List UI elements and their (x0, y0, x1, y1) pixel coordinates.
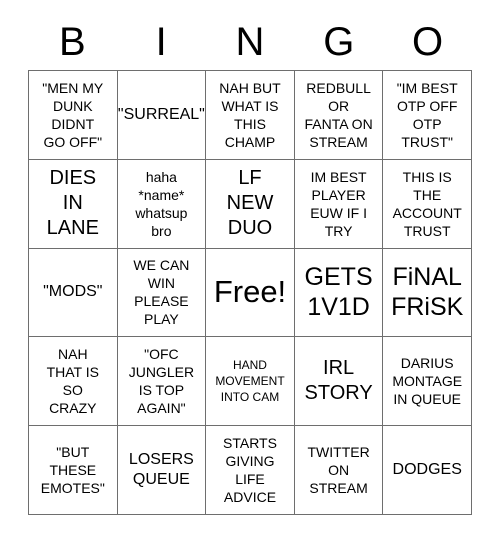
bingo-cell-text: DODGES (392, 461, 462, 479)
bingo-cell-r1c5[interactable]: "IM BEST OTP OFF OTP TRUST" (383, 71, 472, 160)
bingo-cell-r5c3[interactable]: STARTS GIVING LIFE ADVICE (206, 426, 295, 515)
header-letter-i: I (155, 20, 167, 64)
bingo-cell-text: "OFC JUNGLER IS TOP AGAIN" (128, 346, 195, 417)
bingo-cell-r1c4[interactable]: REDBULL OR FANTA ON STREAM (294, 71, 384, 160)
bingo-cell-text: STARTS GIVING LIFE ADVICE (223, 435, 277, 506)
header-letter-o: O (412, 20, 444, 64)
bingo-cell-r3c1[interactable]: "MODS" (29, 248, 118, 338)
bingo-cell-r2c2[interactable]: haha *name* whatsup bro (117, 159, 207, 249)
bingo-cell-text: "MODS" (43, 283, 103, 301)
header-letter-b: B (59, 20, 86, 64)
bingo-cell-text: FiNAL FRiSK (391, 263, 464, 322)
bingo-cell-r3c5[interactable]: FiNAL FRiSK (383, 248, 472, 338)
bingo-cell-text: IM BEST PLAYER EUW IF I TRY (310, 168, 367, 239)
bingo-cell-text: "IM BEST OTP OFF OTP TRUST" (396, 79, 458, 150)
bingo-cell-r2c1[interactable]: DIES IN LANE (29, 159, 118, 249)
bingo-cell-r4c1[interactable]: NAH THAT IS SO CRAZY (29, 337, 118, 427)
bingo-cell-r4c4[interactable]: IRL STORY (294, 337, 384, 427)
bingo-card: B I N G O "MEN MY DUNK DIDNT GO OFF" "SUR… (0, 0, 500, 544)
bingo-cell-r1c1[interactable]: "MEN MY DUNK DIDNT GO OFF" (29, 71, 118, 160)
bingo-header-row: B I N G O (28, 14, 472, 70)
bingo-cell-r1c3[interactable]: NAH BUT WHAT IS THIS CHAMP (206, 71, 295, 160)
bingo-cell-r3c2[interactable]: WE CAN WIN PLEASE PLAY (117, 248, 207, 338)
bingo-cell-r5c1[interactable]: "BUT THESE EMOTES" (29, 426, 118, 515)
bingo-cell-r5c2[interactable]: LOSERS QUEUE (117, 426, 207, 515)
bingo-cell-text: IRL STORY (304, 357, 373, 405)
bingo-cell-text: GETS 1V1D (304, 263, 373, 322)
bingo-cell-text: REDBULL OR FANTA ON STREAM (304, 79, 373, 150)
bingo-cell-text: "BUT THESE EMOTES" (40, 444, 105, 497)
bingo-cell-text: Free! (213, 274, 287, 310)
bingo-cell-r4c3[interactable]: HAND MOVEMENT INTO CAM (206, 337, 295, 427)
bingo-cell-r4c5[interactable]: DARIUS MONTAGE IN QUEUE (383, 337, 472, 427)
bingo-cell-r5c5[interactable]: DODGES (383, 426, 472, 515)
header-letter-n: N (235, 20, 265, 64)
bingo-grid: "MEN MY DUNK DIDNT GO OFF" "SURREAL" NAH B… (28, 70, 472, 515)
bingo-cell-text: NAH THAT IS SO CRAZY (46, 346, 99, 417)
bingo-cell-r3c4[interactable]: GETS 1V1D (294, 248, 384, 338)
bingo-cell-text: DIES IN LANE (46, 167, 99, 240)
bingo-cell-text: DARIUS MONTAGE IN QUEUE (392, 355, 463, 408)
bingo-cell-r1c2[interactable]: "SURREAL" (117, 71, 207, 160)
bingo-cell-text: WE CAN WIN PLEASE PLAY (133, 257, 190, 328)
bingo-cell-text: TWITTER ON STREAM (307, 444, 370, 497)
bingo-cell-text: NAH BUT WHAT IS THIS CHAMP (219, 79, 281, 150)
bingo-cell-text: LOSERS QUEUE (128, 451, 194, 489)
header-letter-g: G (323, 20, 355, 64)
bingo-cell-text: THIS IS THE ACCOUNT TRUST (392, 168, 462, 239)
bingo-cell-text: "MEN MY DUNK DIDNT GO OFF" (42, 79, 104, 150)
bingo-cell-text: haha *name* whatsup bro (135, 168, 188, 239)
bingo-cell-r4c2[interactable]: "OFC JUNGLER IS TOP AGAIN" (117, 337, 207, 427)
bingo-cell-r2c4[interactable]: IM BEST PLAYER EUW IF I TRY (294, 159, 384, 249)
bingo-cell-r3c3[interactable]: Free! (206, 248, 295, 338)
bingo-cell-r2c3[interactable]: LF NEW DUO (206, 159, 295, 249)
bingo-cell-text: LF NEW DUO (226, 167, 274, 240)
bingo-cell-r2c5[interactable]: THIS IS THE ACCOUNT TRUST (383, 159, 472, 249)
bingo-cell-r5c4[interactable]: TWITTER ON STREAM (294, 426, 384, 515)
bingo-cell-text: "SURREAL" (117, 105, 205, 123)
bingo-cell-text: HAND MOVEMENT INTO CAM (215, 358, 285, 405)
